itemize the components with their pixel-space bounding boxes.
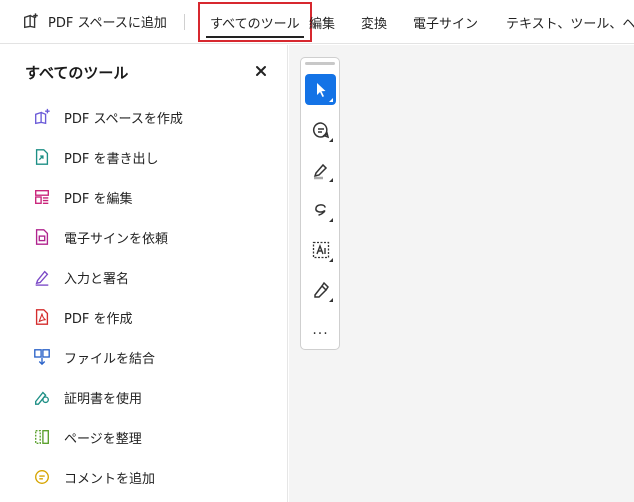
app-window: PDF スペースに追加 すべてのツール 編集 変換 電子サイン テキスト、ツール… [0, 0, 634, 502]
tab-all-tools-label: すべてのツール [210, 16, 300, 32]
combine-files-icon [32, 347, 52, 367]
add-comment-icon [32, 467, 52, 487]
more-tools-button[interactable]: ... [305, 314, 336, 345]
tab-convert[interactable]: 変換 [361, 0, 387, 44]
add-to-pdf-space-button[interactable]: PDF スペースに追加 [22, 10, 167, 32]
tab-convert-label: 変換 [361, 16, 388, 32]
organize-pages-icon [32, 427, 52, 447]
top-toolbar: PDF スペースに追加 すべてのツール 編集 変換 電子サイン テキスト、ツール… [0, 0, 634, 44]
tab-search-help[interactable]: テキスト、ツール、ヘルプ [506, 0, 634, 44]
pdf-space-create-icon [32, 107, 52, 127]
tool-item-export-pdf[interactable]: PDF を書き出し [0, 137, 288, 177]
tool-item-label: ファイルを結合 [64, 351, 156, 367]
close-icon[interactable] [254, 64, 268, 78]
tool-item-label: PDF を書き出し [64, 151, 159, 167]
document-canvas: ... [289, 45, 634, 502]
request-signature-icon [32, 227, 52, 247]
tab-all-tools[interactable]: すべてのツール [198, 2, 312, 42]
tool-list: PDF スペースを作成 PDF を書き出し PDF を編集 電子サインを依頼 入… [0, 97, 288, 497]
tab-e-sign-label: 電子サイン [413, 16, 479, 32]
tab-search-help-label: テキスト、ツール、ヘルプ [506, 16, 634, 32]
tool-item-label: コメントを追加 [64, 471, 156, 487]
panel-title: すべてのツール [25, 64, 129, 82]
tool-item-label: PDF を作成 [64, 311, 133, 327]
select-cursor-icon [316, 82, 325, 97]
export-pdf-icon [32, 147, 52, 167]
text-recognition-button[interactable] [305, 234, 336, 265]
tool-item-request-e-signature[interactable]: 電子サインを依頼 [0, 217, 288, 257]
create-pdf-icon [32, 307, 52, 327]
more-icon: ... [312, 321, 329, 338]
tool-item-fill-and-sign[interactable]: 入力と署名 [0, 257, 288, 297]
tool-item-edit-pdf[interactable]: PDF を編集 [0, 177, 288, 217]
quick-tools-grip[interactable] [305, 62, 335, 65]
tool-item-label: PDF スペースを作成 [64, 111, 183, 127]
tab-edit-label: 編集 [309, 16, 336, 32]
all-tools-panel: すべてのツール PDF スペースを作成 PDF を書き出し PDF を編集 電子… [0, 45, 288, 502]
tool-item-label: ページを整理 [64, 431, 142, 447]
tool-item-label: 証明書を使用 [64, 391, 143, 407]
tool-item-create-pdf-space[interactable]: PDF スペースを作成 [0, 97, 288, 137]
draw-tool-button[interactable] [305, 194, 336, 225]
text-recognize-icon [312, 241, 329, 258]
quick-tools-bar: ... [300, 57, 340, 350]
highlight-pen-icon [313, 163, 327, 179]
comment-tool-button[interactable] [305, 114, 336, 145]
toolbar-divider [184, 14, 185, 30]
tool-item-add-comment[interactable]: コメントを追加 [0, 457, 288, 497]
tool-item-combine-files[interactable]: ファイルを結合 [0, 337, 288, 377]
pdf-space-add-icon [24, 13, 38, 29]
tool-item-organize-pages[interactable]: ページを整理 [0, 417, 288, 457]
comment-icon [312, 121, 329, 138]
tab-edit[interactable]: 編集 [309, 0, 335, 44]
add-to-pdf-space-label: PDF スペースに追加 [48, 15, 167, 31]
tool-item-label: 電子サインを依頼 [64, 231, 169, 247]
certificate-icon [32, 387, 52, 407]
tool-item-create-pdf[interactable]: PDF を作成 [0, 297, 288, 337]
sign-pen-icon [313, 281, 329, 298]
tab-e-sign[interactable]: 電子サイン [413, 0, 478, 44]
freehand-draw-icon [314, 203, 326, 216]
sign-tool-button[interactable] [305, 274, 336, 305]
tool-item-label: 入力と署名 [64, 271, 130, 287]
fill-sign-icon [32, 267, 52, 287]
tool-item-use-certificate[interactable]: 証明書を使用 [0, 377, 288, 417]
edit-pdf-icon [32, 187, 52, 207]
highlight-tool-button[interactable] [305, 154, 336, 185]
tool-item-label: PDF を編集 [64, 191, 133, 207]
select-tool-button[interactable] [305, 74, 336, 105]
